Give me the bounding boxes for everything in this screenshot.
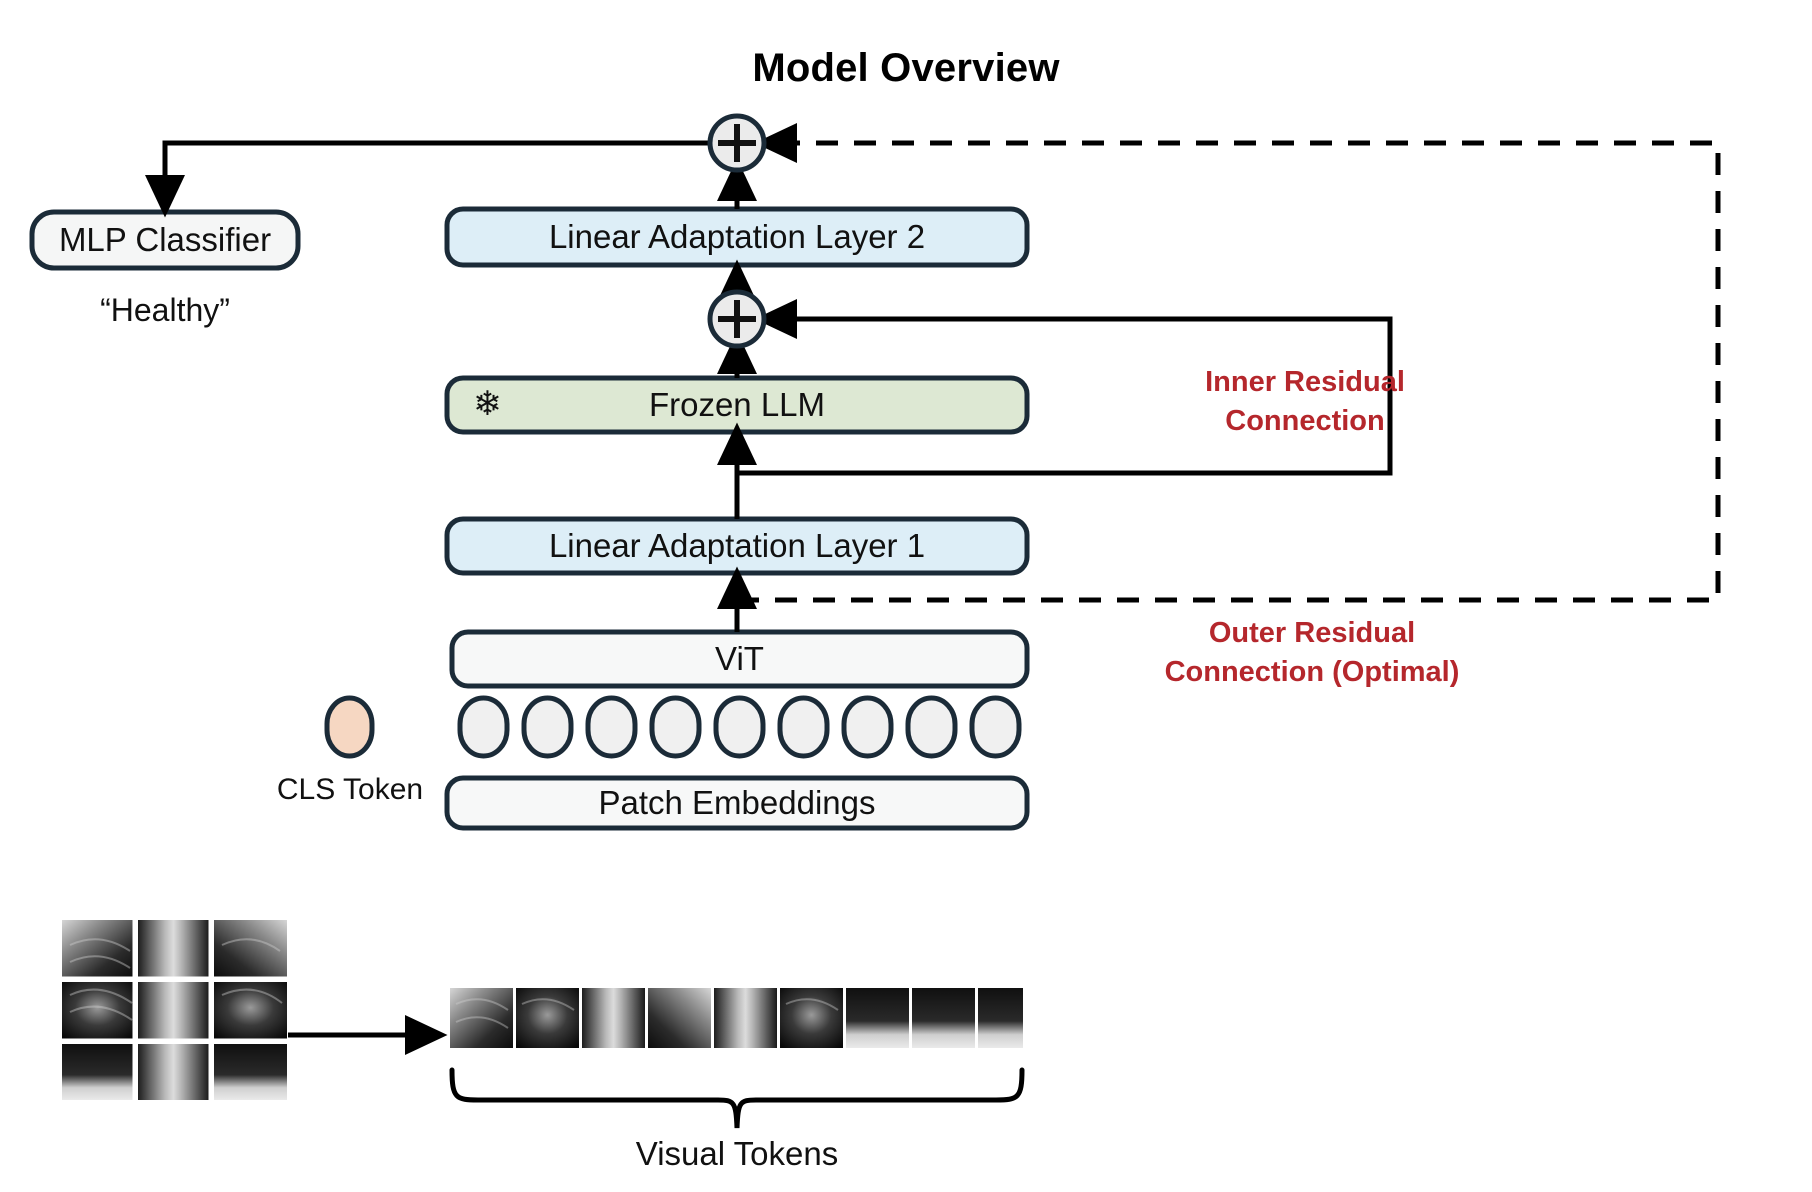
source-xray-image: [62, 920, 287, 1100]
outer-residual-connection-label: Outer Residual Connection (Optimal): [1072, 614, 1552, 691]
linear-adaptation-layer-1-box[interactable]: [444, 516, 1030, 576]
inner-residual-line-2: Connection: [1225, 404, 1385, 437]
diagram-canvas: Model Overview MLP Classifier “Healthy” …: [0, 0, 1812, 1192]
patch-embeddings-box[interactable]: [444, 775, 1030, 831]
adder-top: [707, 113, 767, 173]
visual-tokens-brace: [449, 1067, 1025, 1129]
cls-token-pill: [324, 695, 375, 759]
outer-residual-line-1: Outer Residual: [1208, 617, 1416, 649]
vit-box[interactable]: [449, 629, 1030, 689]
image-patch-strip: [450, 988, 1023, 1048]
prediction-label: “Healthy”: [100, 292, 230, 328]
frozen-llm-box[interactable]: [444, 375, 1030, 435]
inner-residual-line-1: Inner Residual: [1205, 366, 1405, 398]
model-overview-diagram: [29, 113, 1721, 1129]
visual-token-pills: [457, 695, 1022, 759]
outer-residual-line-2: Connection (Optimal): [1164, 655, 1460, 688]
snowflake-icon: ❄: [473, 385, 502, 423]
adder-mid: [707, 289, 767, 349]
mlp-classifier-box[interactable]: [29, 209, 301, 271]
inner-residual-connection-label: Inner Residual Connection: [1110, 363, 1500, 440]
linear-adaptation-layer-2-box[interactable]: [444, 206, 1030, 268]
arrow-adder-top-to-mlp: [145, 140, 713, 218]
